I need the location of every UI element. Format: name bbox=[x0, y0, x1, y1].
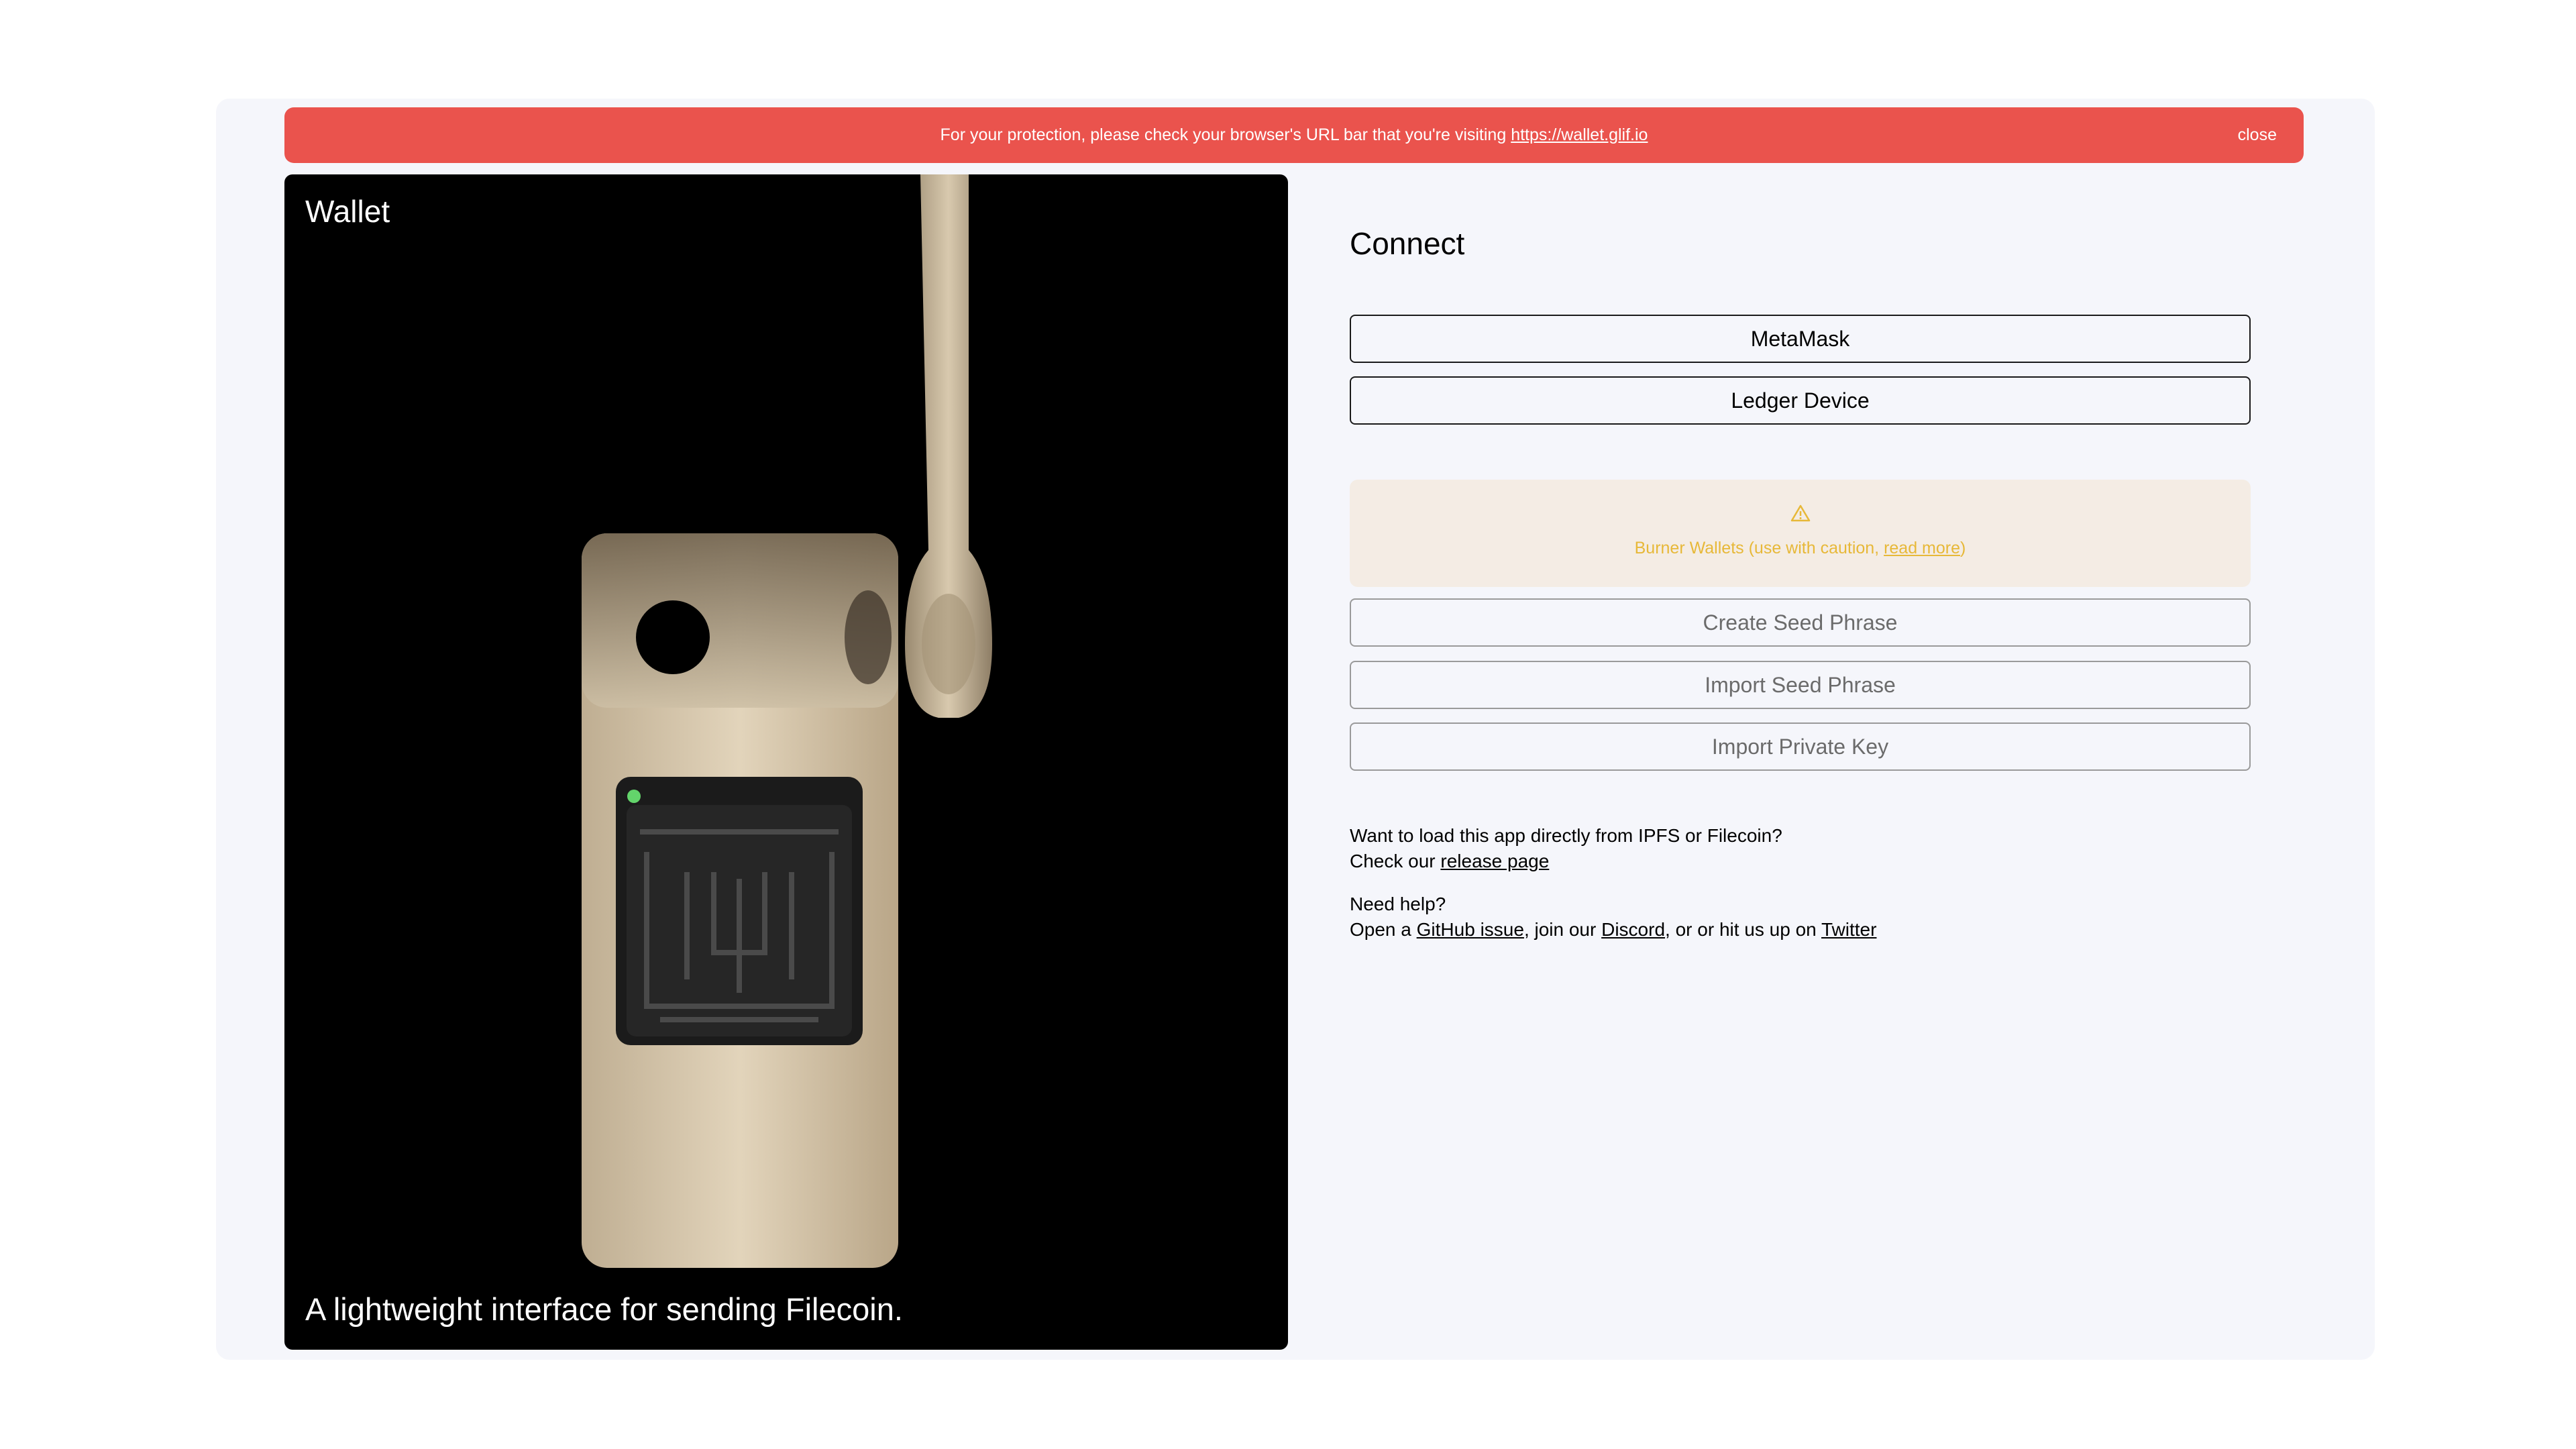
help-info: Need help? Open a GitHub issue, join our… bbox=[1350, 892, 1876, 943]
hero-tagline: A lightweight interface for sending File… bbox=[305, 1291, 903, 1327]
help-heading: Need help? bbox=[1350, 894, 1446, 914]
hero-panel: Wallet A lightweight interface for sendi… bbox=[284, 174, 1288, 1350]
security-banner: For your protection, please check your b… bbox=[284, 107, 2304, 163]
import-seed-phrase-button[interactable]: Import Seed Phrase bbox=[1350, 661, 2251, 709]
ipfs-info-line: Want to load this app directly from IPFS… bbox=[1350, 825, 1782, 846]
twitter-link[interactable]: Twitter bbox=[1821, 919, 1876, 940]
hero-title: Wallet bbox=[305, 194, 390, 229]
burner-wallet-warning: Burner Wallets (use with caution, read m… bbox=[1350, 480, 2251, 587]
warning-text: Burner Wallets (use with caution, read m… bbox=[1634, 539, 1966, 557]
ipfs-info: Want to load this app directly from IPFS… bbox=[1350, 823, 1782, 874]
discord-link[interactable]: Discord bbox=[1601, 919, 1665, 940]
metamask-button[interactable]: MetaMask bbox=[1350, 315, 2251, 363]
github-issue-link[interactable]: GitHub issue bbox=[1417, 919, 1524, 940]
release-info-line: Check our release page bbox=[1350, 851, 1550, 871]
connect-title: Connect bbox=[1350, 226, 1465, 261]
banner-message: For your protection, please check your b… bbox=[940, 125, 1648, 144]
ledger-device-illustration bbox=[582, 174, 992, 1268]
create-seed-phrase-button[interactable]: Create Seed Phrase bbox=[1350, 598, 2251, 647]
release-page-link[interactable]: release page bbox=[1440, 851, 1549, 871]
import-private-key-button[interactable]: Import Private Key bbox=[1350, 722, 2251, 771]
warning-triangle-icon bbox=[1350, 504, 2251, 526]
help-links-line: Open a GitHub issue, join our Discord, o… bbox=[1350, 919, 1877, 940]
banner-close-button[interactable]: close bbox=[2238, 107, 2277, 163]
read-more-link[interactable]: read more bbox=[1884, 539, 1960, 557]
banner-url-link[interactable]: https://wallet.glif.io bbox=[1511, 125, 1648, 144]
ledger-device-button[interactable]: Ledger Device bbox=[1350, 376, 2251, 425]
